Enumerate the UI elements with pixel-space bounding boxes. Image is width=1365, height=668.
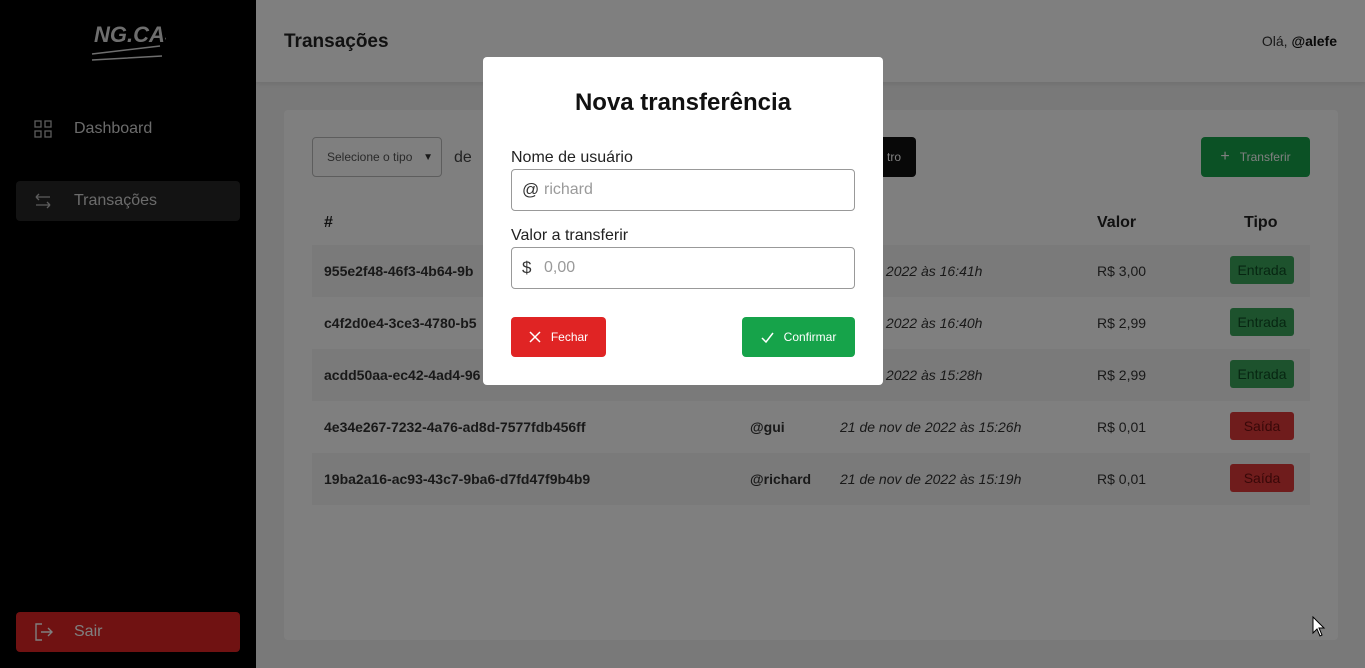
confirm-button-label: Confirmar <box>783 330 837 344</box>
close-button[interactable]: Fechar <box>511 317 606 357</box>
close-button-label: Fechar <box>550 330 589 344</box>
check-icon <box>761 332 774 343</box>
username-input[interactable] <box>544 181 834 199</box>
modal-title: Nova transferência <box>574 89 792 116</box>
username-label: Nome de usuário <box>511 149 633 166</box>
close-icon <box>529 331 541 343</box>
amount-field[interactable]: $ <box>511 247 855 289</box>
dollar-icon: $ <box>522 258 532 277</box>
new-transfer-modal: Nova transferência Nome de usuário @ Val… <box>483 57 883 385</box>
confirm-button[interactable]: Confirmar <box>742 317 855 357</box>
mouse-cursor-icon <box>1312 616 1326 637</box>
username-field[interactable]: @ <box>511 169 855 211</box>
at-sign-icon: @ <box>522 180 540 199</box>
amount-input[interactable] <box>544 259 834 277</box>
amount-label: Valor a transferir <box>511 227 629 244</box>
